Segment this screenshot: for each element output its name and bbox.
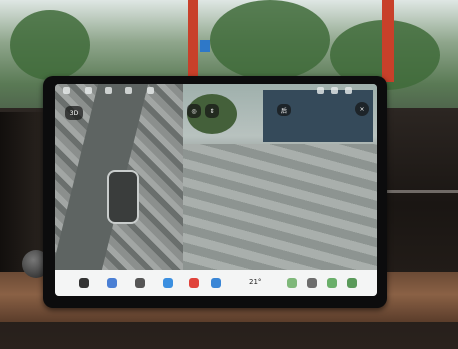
view-toggle-label: 3D [69, 109, 79, 117]
car-interior-photo: 3D ◎ ⇕ 后 × 21° [0, 0, 458, 349]
climate-icon[interactable] [327, 278, 337, 288]
swap-icon: ⇕ [209, 107, 215, 115]
camera-settings-button[interactable]: ◎ [187, 104, 201, 118]
view-switch-button[interactable]: ⇕ [205, 104, 219, 118]
camera-direction-label: 后 [280, 107, 287, 115]
music-icon[interactable] [189, 278, 199, 288]
phone-icon[interactable] [211, 278, 221, 288]
media-icon[interactable] [135, 278, 145, 288]
tree [210, 0, 330, 80]
view-toggle-button[interactable]: 3D [65, 106, 83, 120]
status-icon [105, 87, 112, 94]
status-icon [85, 87, 92, 94]
status-icon [125, 87, 132, 94]
status-icon [317, 87, 324, 94]
camera-direction-badge: 后 [277, 104, 291, 116]
seat-heat-icon[interactable] [287, 278, 297, 288]
navigation-icon[interactable] [163, 278, 173, 288]
status-icon [147, 87, 154, 94]
red-pole [382, 0, 394, 82]
car-model-topdown [107, 170, 139, 224]
infotainment-screen: 3D ◎ ⇕ 后 × 21° [55, 84, 377, 296]
status-bar [55, 84, 377, 98]
status-icon [331, 87, 338, 94]
apps-icon[interactable] [107, 278, 117, 288]
status-icon [63, 87, 70, 94]
fan-icon[interactable] [307, 278, 317, 288]
bottom-dock: 21° [55, 270, 377, 296]
close-camera-button[interactable]: × [355, 102, 369, 116]
pavement [183, 144, 377, 270]
temperature-display[interactable]: 21° [249, 278, 261, 286]
settings-icon: ◎ [191, 107, 197, 115]
status-icon [345, 87, 352, 94]
tree [10, 10, 90, 80]
road-sign [200, 40, 210, 52]
left-pillar [0, 112, 48, 272]
volume-icon[interactable] [347, 278, 357, 288]
close-icon: × [359, 105, 365, 113]
home-icon[interactable] [79, 278, 89, 288]
red-pole [188, 0, 198, 78]
